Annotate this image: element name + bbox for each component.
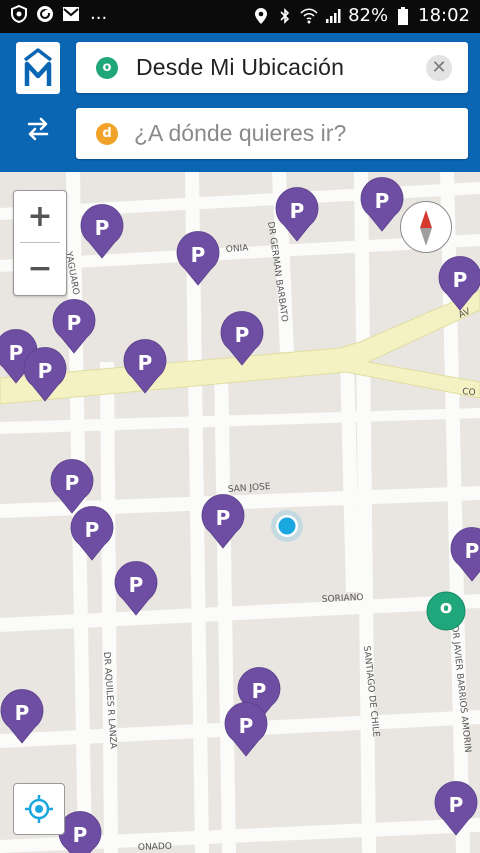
parking-letter: P bbox=[191, 243, 206, 267]
status-bar: ... 82% 18:02 bbox=[0, 0, 480, 33]
zoom-out-button[interactable]: − bbox=[14, 243, 66, 294]
battery-icon bbox=[394, 7, 412, 25]
mail-icon bbox=[62, 5, 80, 23]
parking-letter: P bbox=[465, 539, 480, 563]
street-label: CO bbox=[462, 387, 476, 398]
clear-origin-button[interactable]: ✕ bbox=[426, 55, 452, 81]
clock: 18:02 bbox=[418, 5, 470, 26]
parking-letter: P bbox=[138, 351, 153, 375]
parking-marker[interactable]: P bbox=[58, 811, 102, 853]
route-search-header: o Desde Mi Ubicación ✕ d bbox=[0, 33, 480, 172]
parking-letter: P bbox=[67, 311, 82, 335]
zoom-control: + − bbox=[13, 190, 67, 296]
origin-field[interactable]: o Desde Mi Ubicación ✕ bbox=[76, 42, 468, 93]
wifi-icon bbox=[300, 7, 318, 25]
parking-letter: P bbox=[95, 216, 110, 240]
street-label: ONIA bbox=[226, 243, 250, 255]
parking-letter: P bbox=[15, 701, 30, 725]
map-canvas[interactable]: YAGUARO DR GERMAN BARBATOONIAAVCOSAN JOSE… bbox=[0, 172, 480, 853]
swap-route-icon[interactable] bbox=[20, 111, 56, 147]
parking-letter: P bbox=[252, 679, 267, 703]
parking-letter: P bbox=[375, 189, 390, 213]
my-location-button[interactable] bbox=[13, 783, 65, 835]
battery-percent: 82% bbox=[348, 5, 389, 26]
parking-letter: P bbox=[216, 506, 231, 530]
origin-value[interactable]: Desde Mi Ubicación bbox=[136, 53, 344, 81]
destination-badge: d bbox=[96, 123, 118, 145]
signal-icon bbox=[324, 7, 342, 25]
compass-icon[interactable] bbox=[400, 201, 452, 253]
parking-letter: P bbox=[38, 359, 53, 383]
zoom-in-button[interactable]: + bbox=[14, 191, 66, 242]
location-pin-icon bbox=[252, 7, 270, 25]
bluetooth-icon bbox=[276, 7, 294, 25]
origin-badge: o bbox=[96, 57, 118, 79]
parking-letter: P bbox=[65, 471, 80, 495]
parking-letter: P bbox=[85, 518, 100, 542]
shield-icon bbox=[10, 5, 28, 23]
circle-app-icon bbox=[36, 5, 54, 23]
destination-input[interactable] bbox=[134, 117, 444, 149]
crosshair-icon bbox=[25, 795, 53, 823]
parking-letter: P bbox=[129, 573, 144, 597]
parking-letter: P bbox=[290, 199, 305, 223]
parking-letter: P bbox=[453, 268, 468, 292]
parking-letter: P bbox=[239, 714, 254, 738]
parking-letter: P bbox=[449, 793, 464, 817]
more-notifications: ... bbox=[90, 3, 108, 24]
m-logo-icon[interactable] bbox=[16, 42, 60, 94]
parking-letter: P bbox=[9, 341, 24, 365]
destination-field[interactable]: d bbox=[76, 108, 468, 159]
parking-letter: P bbox=[235, 323, 250, 347]
street-label: ONADO bbox=[138, 842, 172, 853]
parking-letter: P bbox=[73, 823, 88, 847]
map-view[interactable]: YAGUARO DR GERMAN BARBATO ONIA AV CO SAN JOSE… bbox=[0, 172, 480, 853]
user-location-dot bbox=[271, 510, 303, 542]
origin-marker-label: o bbox=[439, 597, 453, 618]
